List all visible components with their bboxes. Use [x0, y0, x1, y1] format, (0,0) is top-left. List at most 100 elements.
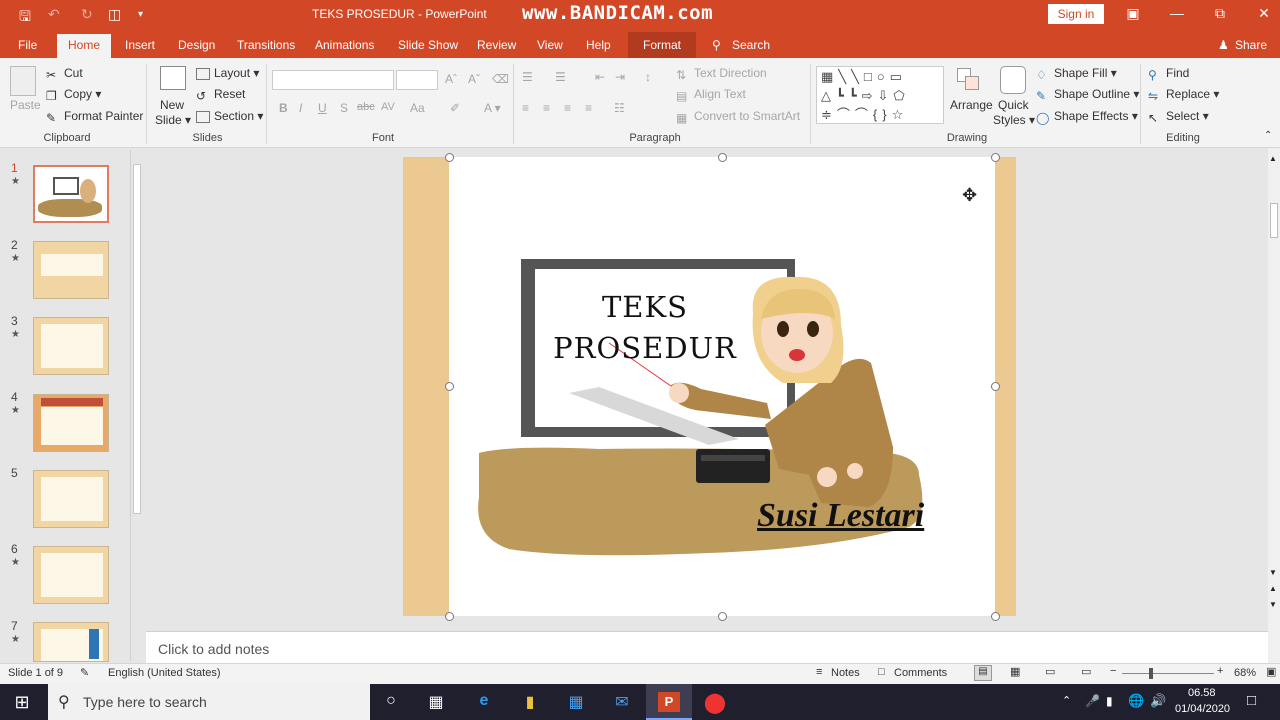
slide-title[interactable]: TEKS PROSEDUR	[539, 287, 751, 369]
tab-animations[interactable]: Animations	[315, 38, 374, 52]
copy-button[interactable]: ❐ Copy ▾	[46, 87, 101, 103]
scroll-down-icon[interactable]: ▼	[1269, 568, 1277, 577]
start-from-beginning-icon[interactable]: ◫	[108, 6, 121, 23]
font-name-box[interactable]	[272, 70, 394, 90]
shadow-button[interactable]: S	[340, 101, 348, 115]
format-painter-button[interactable]: ✎ Format Painter	[46, 109, 143, 125]
underline-button[interactable]: U	[318, 101, 327, 115]
vertical-scrollbar[interactable]: ▲ ▼ ▲ ▼	[1268, 148, 1280, 663]
task-view-icon[interactable]: ▦	[424, 692, 448, 712]
quick-styles-button[interactable]: Quick	[998, 98, 1029, 112]
italic-button[interactable]: I	[299, 101, 302, 115]
tab-file[interactable]: File	[18, 38, 37, 52]
font-size-box[interactable]	[396, 70, 438, 90]
paste-button[interactable]: Paste	[10, 98, 41, 112]
resize-handle[interactable]	[991, 612, 1000, 621]
language-indicator[interactable]: English (United States)	[108, 667, 221, 679]
clock-time[interactable]: 06.58	[1188, 687, 1216, 699]
taskbar-search-box[interactable]: ⚲ Type here to search	[48, 684, 370, 720]
save-icon[interactable]: 🖫	[19, 6, 31, 30]
windows-start-icon[interactable]: ⊞	[10, 692, 34, 712]
spell-check-icon[interactable]: ✎	[80, 666, 89, 679]
shape-effects-button[interactable]: ◯ Shape Effects ▾	[1036, 109, 1138, 125]
slide-sorter-icon[interactable]: ▦	[1010, 665, 1020, 678]
increase-indent-icon[interactable]: ⇥	[615, 70, 625, 84]
scroll-up-icon[interactable]: ▲	[1269, 154, 1277, 163]
notifications-icon[interactable]: □	[1247, 692, 1256, 709]
slide-thumbnail-2[interactable]	[33, 241, 109, 299]
select-button[interactable]: ↖ Select ▾	[1148, 109, 1209, 125]
resize-handle[interactable]	[991, 153, 1000, 162]
thumbnail-scrollbar[interactable]	[130, 150, 142, 661]
tab-home[interactable]: Home	[57, 34, 111, 58]
slide-thumbnail-6[interactable]	[33, 546, 109, 604]
slide-thumbnail-5[interactable]	[33, 470, 109, 528]
resize-handle[interactable]	[445, 612, 454, 621]
font-color-icon[interactable]: A ▾	[484, 101, 501, 115]
layout-button[interactable]: Layout ▾	[196, 66, 259, 80]
mail-icon[interactable]: ✉	[610, 692, 634, 712]
microphone-icon[interactable]: 🎤	[1085, 694, 1100, 708]
normal-view-icon[interactable]: ▤	[974, 665, 992, 681]
convert-smartart-button[interactable]: ▦ Convert to SmartArt	[676, 109, 800, 125]
arrange-button[interactable]: Arrange	[950, 98, 993, 112]
tab-slide-show[interactable]: Slide Show	[398, 38, 458, 52]
previous-slide-icon[interactable]: ▲	[1269, 584, 1277, 593]
redo-icon[interactable]: ↻	[81, 6, 93, 23]
ribbon-display-options-icon[interactable]: ▣	[1118, 5, 1148, 22]
align-left-icon[interactable]: ≡	[522, 101, 529, 115]
share-button[interactable]: Share	[1235, 38, 1267, 52]
next-slide-icon[interactable]: ▼	[1269, 600, 1277, 609]
show-hidden-icons[interactable]: ⌃	[1062, 694, 1071, 707]
align-text-button[interactable]: ▤ Align Text	[676, 87, 746, 103]
slide-thumbnail-3[interactable]	[33, 317, 109, 375]
fit-to-window-icon[interactable]: ▣	[1266, 665, 1276, 678]
customize-toolbar-icon[interactable]: ▾	[138, 9, 143, 20]
shape-outline-button[interactable]: ✎ Shape Outline ▾	[1036, 87, 1139, 103]
new-slide-dropdown[interactable]: Slide ▾	[155, 113, 191, 127]
zoom-in-button[interactable]: +	[1217, 665, 1223, 677]
tab-transitions[interactable]: Transitions	[237, 38, 295, 52]
reset-button[interactable]: ↺ Reset	[196, 87, 245, 103]
slide-thumbnail-7[interactable]	[33, 622, 109, 662]
replace-button[interactable]: ⇋ Replace ▾	[1148, 87, 1219, 103]
increase-font-icon[interactable]: Aˆ	[445, 72, 457, 86]
sign-in-button[interactable]: Sign in	[1048, 4, 1104, 24]
numbering-icon[interactable]: ☰	[555, 70, 566, 84]
maximize-button[interactable]: ⧉	[1205, 5, 1235, 22]
zoom-level[interactable]: 68%	[1234, 667, 1256, 679]
tab-insert[interactable]: Insert	[125, 38, 155, 52]
bold-button[interactable]: B	[279, 101, 288, 115]
notes-button[interactable]: Notes	[831, 667, 860, 679]
edge-browser-icon[interactable]: e	[472, 692, 496, 712]
change-case-button[interactable]: Aa	[410, 101, 425, 115]
slide-thumbnail-4[interactable]	[33, 394, 109, 452]
close-button[interactable]: ✕	[1249, 5, 1279, 22]
undo-icon[interactable]: ↶	[48, 6, 60, 23]
powerpoint-taskbar-button[interactable]: P	[646, 684, 692, 720]
justify-icon[interactable]: ≡	[585, 101, 592, 115]
shape-fill-button[interactable]: ♢ Shape Fill ▾	[1036, 66, 1117, 82]
comments-button[interactable]: Comments	[894, 667, 947, 679]
notes-pane[interactable]: Click to add notes	[146, 631, 1268, 663]
store-icon[interactable]: ▦	[564, 692, 588, 712]
shapes-gallery[interactable]: ▦╲╲□○▭ △┗┗⇨⇩⬠ ≑⌒⌒{}☆	[816, 66, 944, 124]
decrease-font-icon[interactable]: Aˇ	[468, 72, 480, 86]
author-name[interactable]: Susi Lestari	[757, 497, 924, 535]
align-right-icon[interactable]: ≡	[564, 101, 571, 115]
slideshow-icon[interactable]: ▭	[1081, 665, 1091, 678]
battery-icon[interactable]: ▮	[1106, 694, 1113, 708]
clear-formatting-icon[interactable]: ⌫	[492, 72, 509, 86]
strikethrough-button[interactable]: abc	[357, 101, 375, 113]
reading-view-icon[interactable]: ▭	[1045, 665, 1055, 678]
clock-date[interactable]: 01/04/2020	[1175, 703, 1230, 715]
zoom-slider-thumb[interactable]	[1149, 668, 1153, 679]
zoom-out-button[interactable]: −	[1110, 665, 1116, 677]
text-direction-button[interactable]: ⇅ Text Direction	[676, 66, 767, 82]
tab-design[interactable]: Design	[178, 38, 215, 52]
bandicam-record-icon[interactable]: ⬤	[703, 690, 727, 714]
tab-help[interactable]: Help	[586, 38, 611, 52]
cortana-icon[interactable]: ○	[379, 692, 403, 712]
decrease-indent-icon[interactable]: ⇤	[595, 70, 605, 84]
resize-handle[interactable]	[991, 382, 1000, 391]
